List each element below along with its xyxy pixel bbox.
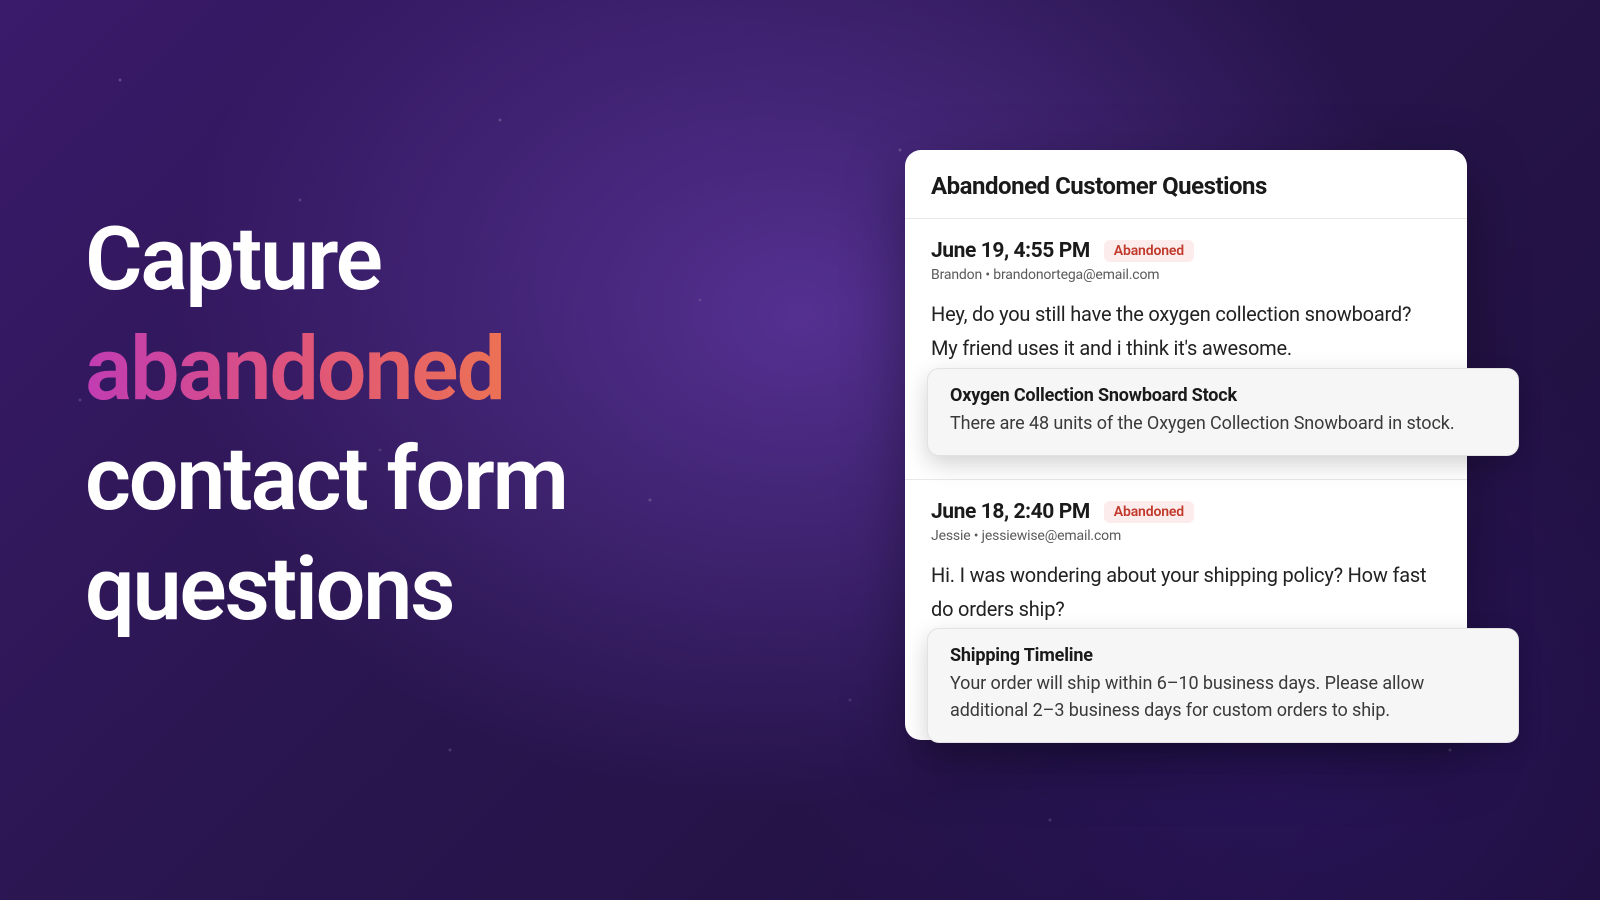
question-timestamp: June 19, 4:55 PM	[931, 239, 1090, 263]
hero-line-4: questions	[85, 535, 567, 645]
question-body: Hi. I was wondering about your shipping …	[931, 558, 1441, 626]
answer-body: There are 48 units of the Oxygen Collect…	[950, 410, 1496, 437]
question-customer-email: jessiewise@email.com	[982, 528, 1121, 544]
question-customer-name: Brandon	[931, 267, 982, 283]
hero-headline: Capture abandoned contact form questions	[85, 205, 567, 645]
answer-body: Your order will ship within 6–10 busines…	[950, 670, 1496, 724]
answer-card[interactable]: Shipping Timeline Your order will ship w…	[927, 628, 1519, 743]
question-header: June 19, 4:55 PM Abandoned	[931, 239, 1441, 263]
answer-title: Oxygen Collection Snowboard Stock	[950, 385, 1496, 406]
hero-line-3: contact form	[85, 425, 567, 535]
answer-title: Shipping Timeline	[950, 645, 1496, 666]
hero-line-1: Capture	[85, 205, 567, 315]
question-body: Hey, do you still have the oxygen collec…	[931, 297, 1441, 365]
abandoned-badge: Abandoned	[1104, 240, 1194, 262]
question-timestamp: June 18, 2:40 PM	[931, 500, 1090, 524]
question-meta: Jessie • jessiewise@email.com	[931, 528, 1441, 544]
question-customer-email: brandonortega@email.com	[993, 267, 1159, 283]
abandoned-badge: Abandoned	[1104, 501, 1194, 523]
question-meta: Brandon • brandonortega@email.com	[931, 267, 1441, 283]
panel-title: Abandoned Customer Questions	[905, 150, 1467, 219]
question-header: June 18, 2:40 PM Abandoned	[931, 500, 1441, 524]
answer-card[interactable]: Oxygen Collection Snowboard Stock There …	[927, 368, 1519, 456]
question-customer-name: Jessie	[931, 528, 970, 544]
hero-highlight: abandoned	[85, 315, 567, 425]
